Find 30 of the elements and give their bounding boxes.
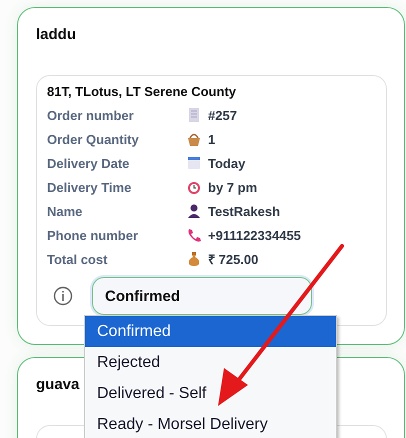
dropdown-option[interactable]: Rejected <box>85 347 336 378</box>
detail-value: +911122334455 <box>208 228 301 242</box>
detail-label: Delivery Date <box>47 156 130 170</box>
detail-value: TestRakesh <box>208 204 280 218</box>
detail-value: by 7 pm <box>208 180 258 194</box>
receipt-icon <box>186 107 202 123</box>
detail-label: Order Quantity <box>47 132 140 146</box>
phone-icon <box>186 227 202 243</box>
person-icon <box>186 203 202 219</box>
clock-icon <box>186 179 202 195</box>
detail-label: Phone number <box>47 228 140 242</box>
order-title: laddu <box>36 26 76 43</box>
dropdown-option[interactable]: Confirmed <box>85 316 336 347</box>
address: 81T, TLotus, LT Serene County <box>47 84 238 99</box>
detail-label: Name <box>47 204 84 218</box>
detail-label: Delivery Time <box>47 180 132 194</box>
status-dropdown[interactable]: Confirmed <box>92 277 312 315</box>
detail-value: Today <box>208 156 246 170</box>
detail-value: #257 <box>208 108 237 122</box>
detail-label: Total cost <box>47 252 108 266</box>
order-title: guava <box>36 376 80 393</box>
dropdown-option[interactable]: Delivered - Self <box>85 378 336 409</box>
detail-value: ₹ 725.00 <box>208 251 258 268</box>
money-icon <box>186 251 202 267</box>
basket-icon <box>186 131 202 147</box>
detail-value: 1 <box>208 132 216 146</box>
calendar-icon <box>186 155 202 171</box>
detail-label: Order number <box>47 108 135 122</box>
dropdown-option[interactable]: Ready - Morsel Delivery <box>85 409 336 438</box>
info-icon[interactable] <box>53 286 73 306</box>
